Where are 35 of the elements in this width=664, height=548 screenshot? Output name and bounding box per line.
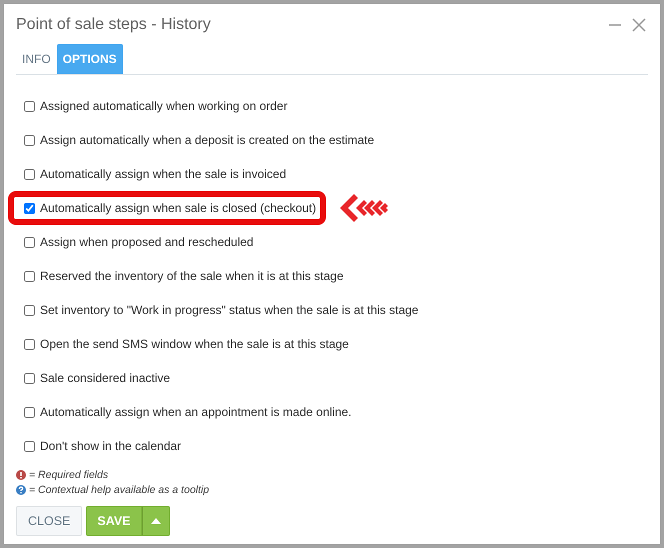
tab[interactable]: INFO: [16, 44, 57, 74]
checkbox[interactable]: [24, 236, 35, 248]
window-title: Point of sale steps - History: [16, 16, 211, 34]
option-label: Reserved the inventory of the sale when it is at this stage: [40, 269, 344, 283]
legend-text: = Contextual help available as a tooltip: [29, 484, 210, 496]
option-label: Automatically assign when sale is closed (checkout): [40, 201, 316, 215]
option-label: Assign when proposed and rescheduled: [40, 235, 254, 249]
checkbox[interactable]: [24, 100, 35, 112]
checkbox[interactable]: [24, 168, 35, 180]
checkbox[interactable]: [24, 304, 35, 316]
checkbox[interactable]: [24, 440, 35, 452]
close-button[interactable]: CLOSE: [16, 506, 82, 536]
checkbox[interactable]: [24, 338, 35, 350]
option-label: Automatically assign when an appointment is made online.: [40, 405, 352, 419]
checkbox[interactable]: [24, 270, 35, 282]
checkbox[interactable]: [24, 372, 35, 384]
checkbox[interactable]: [24, 134, 35, 146]
option-label: Assigned automatically when working on order: [40, 99, 288, 113]
tab[interactable]: OPTIONS: [56, 44, 123, 74]
option-label: Open the send SMS window when the sale is at this stage: [40, 337, 349, 351]
option-label: Set inventory to "Work in progress" status when the sale is at this stage: [40, 303, 418, 317]
close-icon[interactable]: [632, 18, 646, 32]
dropdown-button[interactable]: [142, 506, 170, 536]
legend-text: = Required fields: [29, 469, 108, 481]
checkbox[interactable]: [24, 406, 35, 418]
save-button[interactable]: SAVE: [86, 506, 142, 536]
option-label: Assign automatically when a deposit is created on the estimate: [40, 133, 374, 147]
option-label: Don't show in the calendar: [40, 439, 182, 453]
alert-icon: [16, 470, 26, 480]
arrow-icon: [340, 192, 388, 224]
caret-icon: [150, 518, 161, 524]
option-label: Automatically assign when the sale is invoiced: [40, 167, 286, 181]
checkbox[interactable]: [24, 202, 35, 214]
option-label: Sale considered inactive: [40, 371, 170, 385]
help-icon: [16, 485, 26, 495]
